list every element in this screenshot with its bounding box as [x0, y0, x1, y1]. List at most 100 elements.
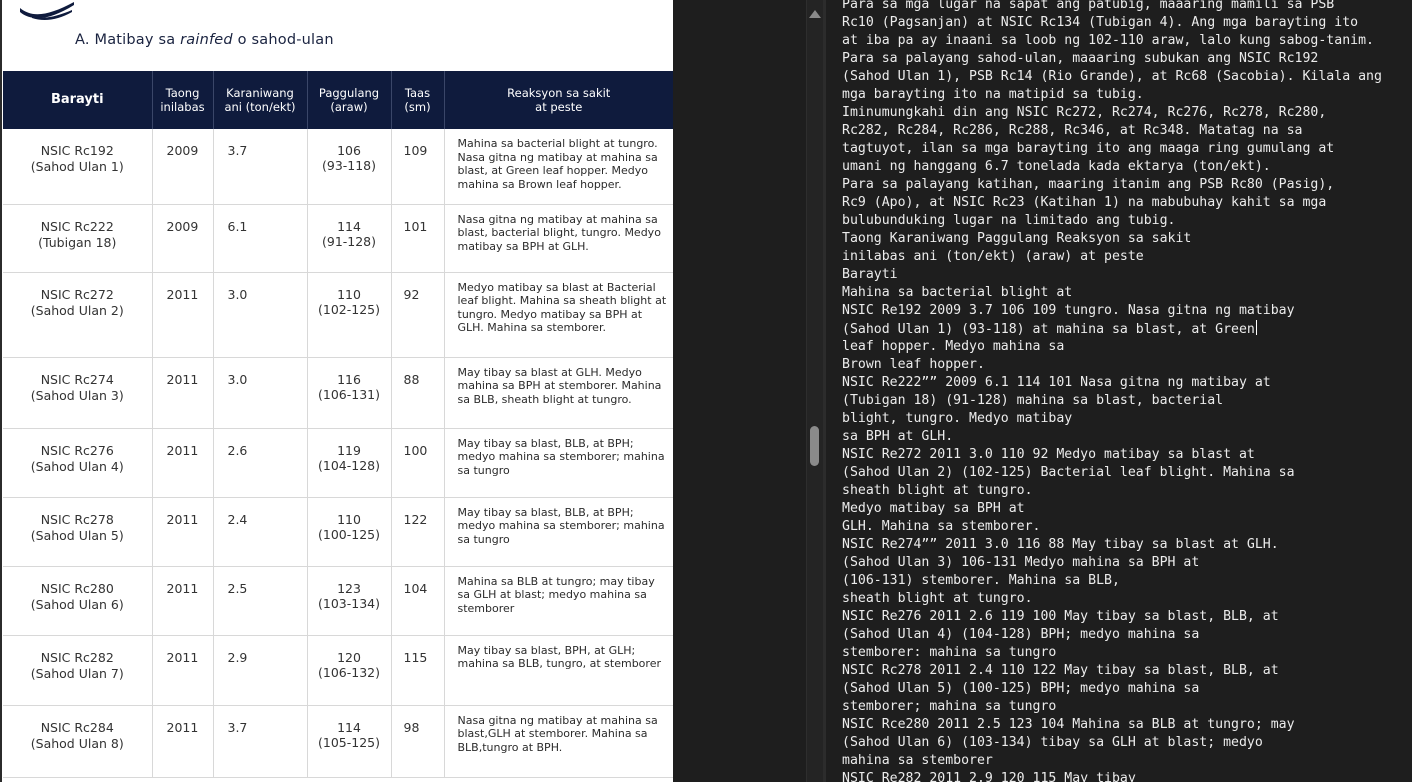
editor-line[interactable]: Medyo matibay sa BPH at: [842, 500, 1382, 518]
editor-line[interactable]: inilabas ani (ton/ekt) (araw) at peste: [842, 248, 1382, 266]
header-ani-l1: Karaniwang: [226, 86, 294, 100]
editor-line[interactable]: GLH. Mahina sa stemborer.: [842, 518, 1382, 536]
editor-line[interactable]: Rc9 (Apo), at NSIC Rc23 (Katihan 1) na m…: [842, 194, 1382, 212]
cell-yield: 3.0: [213, 357, 308, 429]
editor-line[interactable]: sheath blight at tungro.: [842, 482, 1382, 500]
maturity-days: 110: [337, 511, 361, 527]
editor-line[interactable]: NSIC Re282 2011 2.9 120 115 May tibay: [842, 770, 1382, 782]
editor-line[interactable]: NSIC Re274”” 2011 3.0 116 88 May tibay s…: [842, 536, 1382, 554]
variety-name: NSIC Rc280: [40, 580, 114, 596]
document-pane: A. Matibay sa rainfed o sahod-ulan Baray…: [0, 0, 673, 782]
editor-line-text: GLH. Mahina sa stemborer.: [842, 519, 1041, 534]
scroll-thumb[interactable]: [810, 426, 819, 466]
editor-line[interactable]: (Sahod Ulan 3) 106-131 Medyo mahina sa B…: [842, 554, 1382, 572]
editor-line[interactable]: stemborer; mahina sa tungro: [842, 698, 1382, 716]
editor-line[interactable]: Taong Karaniwang Paggulang Reaksyon sa s…: [842, 230, 1382, 248]
editor-line[interactable]: (Sahod Ulan 5) (100-125) BPH; medyo mahi…: [842, 680, 1382, 698]
cell-year: 2011: [152, 566, 214, 636]
editor-line-text: (Sahod Ulan 5) (100-125) BPH; medyo mahi…: [842, 681, 1200, 696]
editor-line[interactable]: bulubunduking lugar na limitado ang tubi…: [842, 212, 1382, 230]
editor-line[interactable]: NSIC Rc278 2011 2.4 110 122 May tibay sa…: [842, 662, 1382, 680]
editor-line-text: Medyo matibay sa BPH at: [842, 501, 1025, 516]
logo-waves-icon: [20, 2, 74, 20]
maturity-days: 106: [337, 143, 361, 158]
table-row: NSIC Rc280 (Sahod Ulan 6) 2011 2.5 123 (103-1…: [3, 566, 673, 636]
variety-name: NSIC Rc276: [40, 442, 114, 458]
cell-height: 100: [391, 428, 445, 498]
cell-variety: NSIC Rc278 (Sahod Ulan 5): [3, 497, 153, 567]
editor-line[interactable]: (Tubigan 18) (91-128) mahina sa blast, b…: [842, 392, 1382, 410]
cell-reaction: Mahina sa BLB at tungro; may tibay sa GL…: [444, 566, 673, 636]
editor-line[interactable]: Para sa mga lugar na sapat ang patubig, …: [842, 0, 1382, 14]
scroll-up-arrow-icon[interactable]: [809, 10, 821, 18]
editor-line[interactable]: NSIC Re272 2011 3.0 110 92 Medyo matibay…: [842, 446, 1382, 464]
editor-line[interactable]: stemborer: mahina sa tungro: [842, 644, 1382, 662]
section-title-prefix: A. Matibay sa: [75, 32, 181, 48]
text-editor[interactable]: Para sa mga lugar na sapat ang patubig, …: [826, 0, 1412, 782]
editor-line[interactable]: sheath blight at tungro.: [842, 590, 1382, 608]
cell-height: 88: [391, 357, 445, 429]
cell-reaction: Medyo matibay sa blast at Bacterial leaf…: [444, 272, 673, 358]
table-row: NSIC Rc272 (Sahod Ulan 2) 2011 3.0 110 (102-1…: [3, 272, 673, 358]
editor-line-text: Rc9 (Apo), at NSIC Rc23 (Katihan 1) na m…: [842, 195, 1327, 210]
editor-line-text: mahina sa stemborer: [842, 753, 993, 768]
editor-line[interactable]: at iba pa ay inaani sa loob ng 102-110 a…: [842, 32, 1382, 50]
editor-line[interactable]: blight, tungro. Medyo matibay: [842, 410, 1382, 428]
cell-maturity: 123 (103-134): [307, 566, 392, 636]
cell-maturity: 119 (104-128): [307, 428, 392, 498]
editor-line[interactable]: Brown leaf hopper.: [842, 356, 1382, 374]
editor-line[interactable]: NSIC Re192 2009 3.7 106 109 tungro. Nasa…: [842, 302, 1382, 320]
editor-line-text: Rc282, Rc284, Rc286, Rc288, Rc346, at Rc…: [842, 123, 1303, 138]
editor-line[interactable]: (Sahod Ulan 6) (103-134) tibay sa GLH at…: [842, 734, 1382, 752]
maturity-range: (100-125): [318, 526, 380, 542]
editor-line[interactable]: Mahina sa bacterial blight at: [842, 284, 1382, 302]
editor-line[interactable]: sa BPH at GLH.: [842, 428, 1382, 446]
header-taong-l1: Taong: [165, 86, 200, 100]
cell-maturity: 110 (102-125): [307, 272, 392, 358]
editor-line[interactable]: Para sa palayang katihan, maaring itanim…: [842, 176, 1382, 194]
editor-line[interactable]: NSIC Re222”” 2009 6.1 114 101 Nasa gitna…: [842, 374, 1382, 392]
editor-line[interactable]: umani ng hanggang 6.7 tonelada kada ekta…: [842, 158, 1382, 176]
editor-line-text: tagtuyot, ilan sa mga barayting ito ang …: [842, 141, 1335, 156]
editor-line-text: (Sahod Ulan 2) (102-125) Bacterial leaf …: [842, 465, 1295, 480]
editor-line[interactable]: tagtuyot, ilan sa mga barayting ito ang …: [842, 140, 1382, 158]
editor-line[interactable]: NSIC Re276 2011 2.6 119 100 May tibay sa…: [842, 608, 1382, 626]
header-taas-l1: Taas: [404, 86, 431, 100]
table-row: NSIC Rc222 (Tubigan 18) 2009 6.1 114 (91-128)…: [3, 204, 673, 273]
vertical-scrollbar[interactable]: [806, 0, 823, 782]
cell-variety: NSIC Rc276 (Sahod Ulan 4): [3, 428, 153, 498]
editor-line-text: Para sa palayang katihan, maaring itanim…: [842, 177, 1335, 192]
editor-line-text: Para sa palayang sahod-ulan, maaaring su…: [842, 51, 1319, 66]
editor-line[interactable]: leaf hopper. Medyo mahina sa: [842, 338, 1382, 356]
header-paggulang-l2: (araw): [330, 100, 368, 114]
editor-line[interactable]: NSIC Rce280 2011 2.5 123 104 Mahina sa B…: [842, 716, 1382, 734]
editor-line[interactable]: Para sa palayang sahod-ulan, maaaring su…: [842, 50, 1382, 68]
editor-line-text: Taong Karaniwang Paggulang Reaksyon sa s…: [842, 231, 1192, 246]
cell-height: 98: [391, 705, 445, 778]
editor-line-text: NSIC Re274”” 2011 3.0 116 88 May tibay s…: [842, 537, 1279, 552]
header-paggulang: Paggulang (araw): [307, 71, 392, 129]
maturity-days: 116: [337, 371, 361, 387]
editor-line[interactable]: Barayti: [842, 266, 1382, 284]
maturity-days: 114: [337, 719, 361, 735]
editor-line[interactable]: Rc10 (Pagsanjan) at NSIC Rc134 (Tubigan …: [842, 14, 1382, 32]
editor-line[interactable]: mga barayting ito na matipid sa tubig.: [842, 86, 1382, 104]
editor-line-text: (Sahod Ulan 6) (103-134) tibay sa GLH at…: [842, 735, 1263, 750]
editor-line[interactable]: Rc282, Rc284, Rc286, Rc288, Rc346, at Rc…: [842, 122, 1382, 140]
editor-line[interactable]: (Sahod Ulan 1), PSB Rc14 (Rio Grande), a…: [842, 68, 1382, 86]
cell-height: 109: [391, 129, 445, 205]
editor-line-text: inilabas ani (ton/ekt) (araw) at peste: [842, 249, 1144, 264]
editor-line[interactable]: (Sahod Ulan 1) (93-118) at mahina sa bla…: [842, 320, 1382, 338]
variety-alias: (Sahod Ulan 7): [30, 665, 124, 681]
cell-variety: NSIC Rc280 (Sahod Ulan 6): [3, 566, 153, 636]
editor-line[interactable]: (Sahod Ulan 4) (104-128) BPH; medyo mahi…: [842, 626, 1382, 644]
maturity-range: (106-131): [318, 386, 380, 402]
editor-line-text: NSIC Rce280 2011 2.5 123 104 Mahina sa B…: [842, 717, 1295, 732]
editor-lines: Para sa mga lugar na sapat ang patubig, …: [842, 0, 1382, 782]
editor-line[interactable]: (Sahod Ulan 2) (102-125) Bacterial leaf …: [842, 464, 1382, 482]
editor-line[interactable]: mahina sa stemborer: [842, 752, 1382, 770]
editor-line[interactable]: (106-131) stemborer. Mahina sa BLB,: [842, 572, 1382, 590]
editor-line[interactable]: Iminumungkahi din ang NSIC Rc272, Rc274,…: [842, 104, 1382, 122]
editor-line-text: sheath blight at tungro.: [842, 483, 1033, 498]
editor-line-text: leaf hopper. Medyo mahina sa: [842, 339, 1065, 354]
